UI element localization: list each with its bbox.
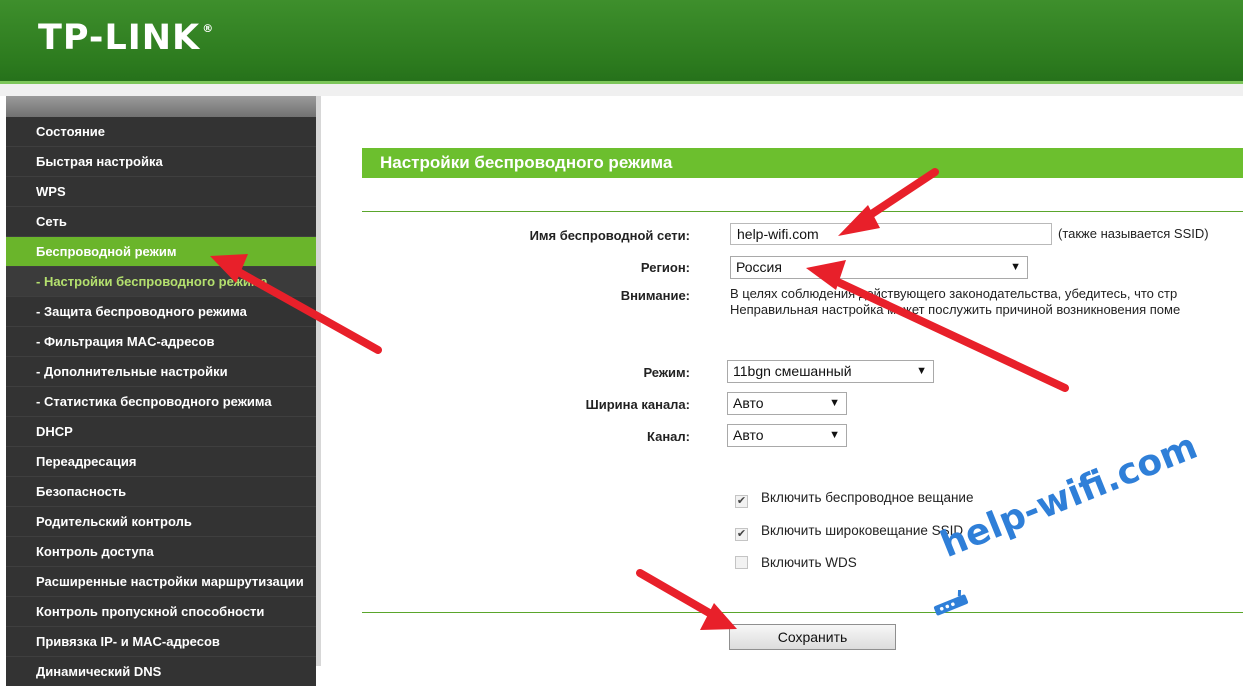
checkbox-row-broadcast[interactable]: ✔ Включить беспроводное вещание — [735, 490, 973, 508]
checkbox-row-ssid-broadcast[interactable]: ✔ Включить широковещание SSID — [735, 523, 963, 541]
checkbox-wds-label: Включить WDS — [761, 555, 857, 570]
header-bar: TP-LINK ® — [0, 0, 1243, 84]
warning-line-2: Неправильная настройка может послужить п… — [730, 302, 1181, 317]
sidebar-item-mac-filtering[interactable]: - Фильтрация MAC-адресов — [6, 327, 316, 356]
sidebar-item-wireless-settings[interactable]: - Настройки беспроводного режима — [6, 267, 316, 296]
channel-select[interactable]: Авто ▼ — [727, 424, 847, 447]
ssid-hint: (также называется SSID) — [1058, 226, 1209, 241]
channel-label: Канал: — [647, 429, 690, 444]
channel-width-label: Ширина канала: — [585, 397, 690, 412]
channel-width-select[interactable]: Авто ▼ — [727, 392, 847, 415]
bottom-divider — [362, 612, 1243, 613]
sidebar-menu: Состояние Быстрая настройка WPS Сеть Бес… — [6, 117, 316, 687]
save-button[interactable]: Сохранить — [729, 624, 896, 650]
ssid-label: Имя беспроводной сети: — [529, 228, 690, 243]
sidebar-item-bandwidth-control[interactable]: Контроль пропускной способности — [6, 597, 316, 626]
checkbox-broadcast-label: Включить беспроводное вещание — [761, 490, 974, 505]
sidebar-item-parental-control[interactable]: Родительский контроль — [6, 507, 316, 536]
mode-value: 11bgn смешанный — [733, 363, 852, 379]
dropdown-arrow-icon: ▼ — [829, 397, 840, 409]
header-band — [0, 84, 1243, 96]
region-select[interactable]: Россия ▼ — [730, 256, 1028, 279]
sidebar-item-wireless-statistics[interactable]: - Статистика беспроводного режима — [6, 387, 316, 416]
router-logo-icon — [933, 590, 969, 616]
dropdown-arrow-icon: ▼ — [916, 365, 927, 377]
channel-width-value: Авто — [733, 395, 764, 411]
page-title: Настройки беспроводного режима — [362, 148, 1243, 178]
checkbox-row-wds[interactable]: Включить WDS — [735, 555, 857, 570]
sidebar-item-quick-setup[interactable]: Быстрая настройка — [6, 147, 316, 176]
sidebar-item-advanced-settings[interactable]: - Дополнительные настройки — [6, 357, 316, 386]
channel-value: Авто — [733, 427, 764, 443]
checkbox-wds[interactable] — [735, 556, 748, 569]
sidebar-item-access-control[interactable]: Контроль доступа — [6, 537, 316, 566]
sidebar-item-dhcp[interactable]: DHCP — [6, 417, 316, 446]
sidebar-item-wireless-security[interactable]: - Защита беспроводного режима — [6, 297, 316, 326]
sidebar-divider — [316, 96, 321, 666]
watermark-text: help-wifi.com — [935, 425, 1204, 567]
dropdown-arrow-icon: ▼ — [829, 429, 840, 441]
dropdown-arrow-icon: ▼ — [1010, 261, 1021, 273]
sidebar-item-security[interactable]: Безопасность — [6, 477, 316, 506]
checkbox-ssid-broadcast-label: Включить широковещание SSID — [761, 523, 964, 538]
sidebar-item-wireless[interactable]: Беспроводной режим — [6, 237, 316, 266]
sidebar-item-wps[interactable]: WPS — [6, 177, 316, 206]
top-divider — [362, 211, 1243, 212]
sidebar-item-ip-mac-binding[interactable]: Привязка IP- и MAC-адресов — [6, 627, 316, 656]
red-arrow-save-icon — [636, 569, 737, 630]
tp-link-logo: TP-LINK ® — [38, 18, 215, 58]
mode-label: Режим: — [643, 365, 690, 380]
warning-text: В целях соблюдения действующего законода… — [730, 286, 1180, 318]
region-value: Россия — [736, 259, 782, 275]
warning-label: Внимание: — [620, 288, 690, 303]
sidebar-item-dynamic-dns[interactable]: Динамический DNS — [6, 657, 316, 686]
sidebar-item-advanced-routing[interactable]: Расширенные настройки маршрутизации — [6, 567, 316, 596]
sidebar-item-network[interactable]: Сеть — [6, 207, 316, 236]
sidebar-item-status[interactable]: Состояние — [6, 117, 316, 146]
warning-line-1: В целях соблюдения действующего законода… — [730, 286, 1178, 301]
region-label: Регион: — [640, 260, 690, 275]
sidebar-item-forwarding[interactable]: Переадресация — [6, 447, 316, 476]
checkbox-broadcast[interactable]: ✔ — [735, 495, 748, 508]
checkbox-ssid-broadcast[interactable]: ✔ — [735, 528, 748, 541]
mode-select[interactable]: 11bgn смешанный ▼ — [727, 360, 934, 383]
ssid-input[interactable] — [730, 223, 1052, 245]
